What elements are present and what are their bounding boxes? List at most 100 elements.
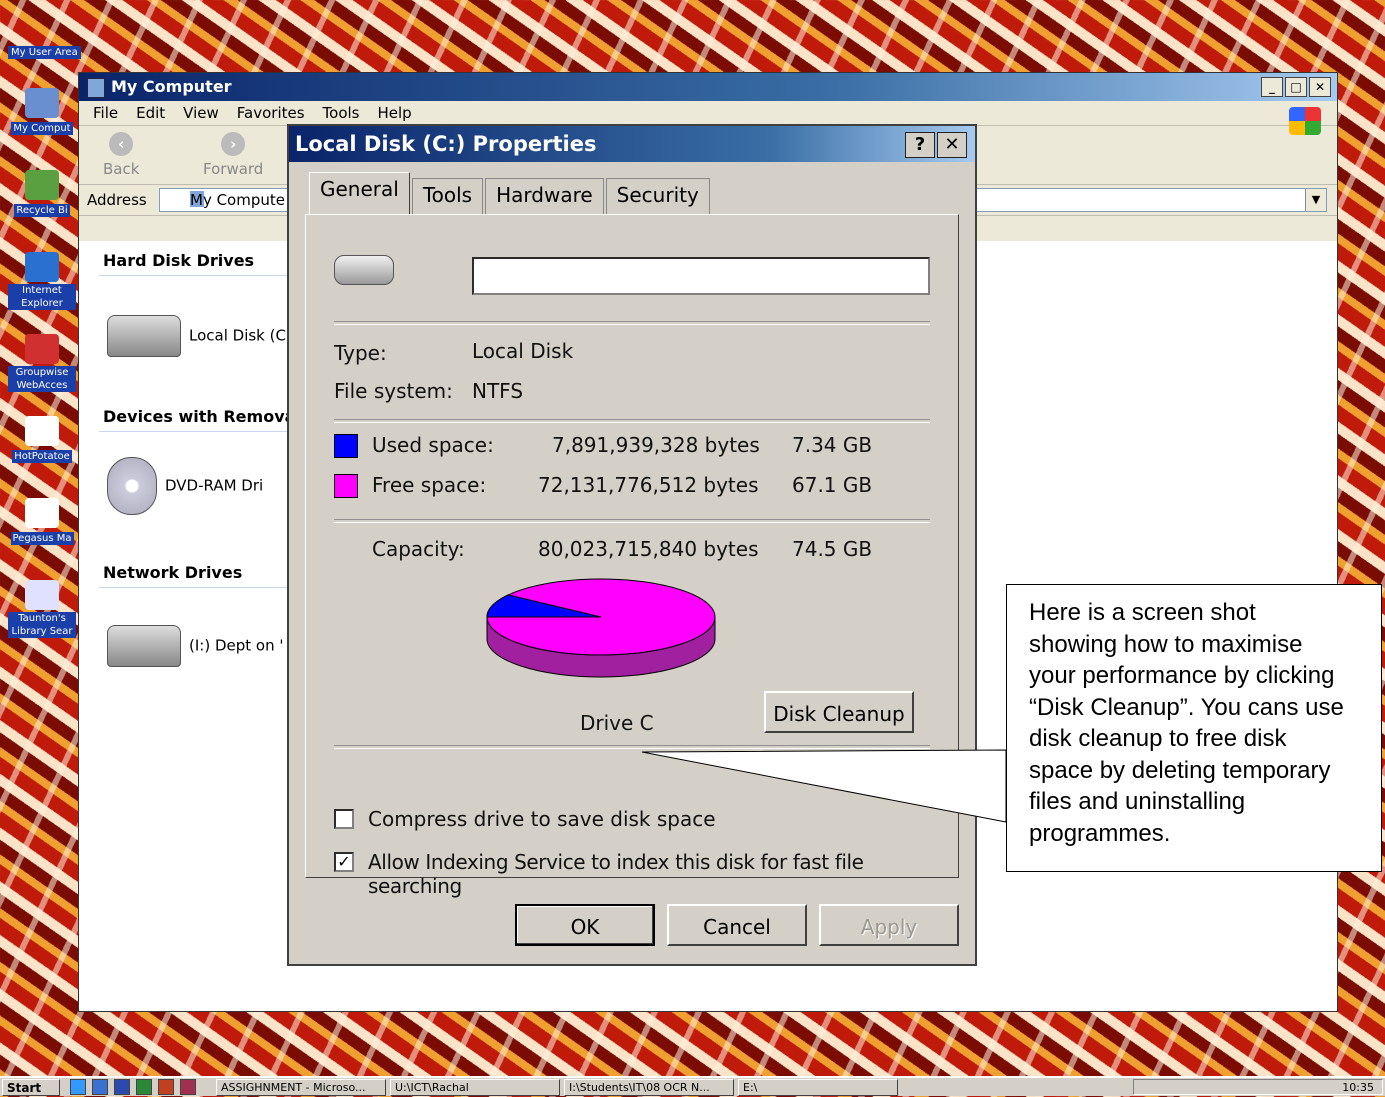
menu-view[interactable]: View: [183, 104, 219, 122]
address-dropdown-icon[interactable]: ▼: [1305, 189, 1326, 211]
back-button[interactable]: ‹ Back: [103, 132, 139, 178]
drive-network-i[interactable]: (I:) Dept on ': [107, 625, 283, 667]
drive-label: (I:) Dept on ': [189, 636, 284, 655]
window-title-bar[interactable]: My Computer _ □ ✕: [79, 73, 1337, 101]
minimize-button[interactable]: _: [1261, 77, 1283, 97]
powerpoint-icon[interactable]: [158, 1079, 174, 1095]
publisher-icon[interactable]: [180, 1079, 196, 1095]
menu-help[interactable]: Help: [378, 104, 412, 122]
tab-tools[interactable]: Tools: [411, 178, 484, 215]
tab-security[interactable]: Security: [605, 178, 710, 215]
separator: [334, 321, 930, 325]
menu-bar: File Edit View Favorites Tools Help: [79, 101, 1337, 126]
compress-label[interactable]: Compress drive to save disk space: [368, 807, 716, 831]
address-label: Address: [87, 191, 147, 209]
task-students-folder[interactable]: I:\Students\IT\08 OCR N...: [564, 1078, 734, 1096]
disk-cleanup-button[interactable]: Disk Cleanup: [764, 691, 914, 733]
hard-disk-icon: [334, 255, 394, 285]
file-system-value: NTFS: [472, 379, 524, 403]
used-space-swatch: [334, 434, 358, 458]
drive-label: DVD-RAM Dri: [165, 476, 264, 495]
dialog-title-bar[interactable]: Local Disk (C:) Properties ? ✕: [289, 126, 975, 162]
drive-local-disk-c[interactable]: Local Disk (C:: [107, 315, 291, 357]
desktop-icon-4[interactable]: Groupwise WebAcces: [8, 334, 76, 392]
free-space-gb: 67.1 GB: [792, 473, 873, 497]
tab-strip: General Tools Hardware Security: [309, 172, 710, 215]
menu-edit[interactable]: Edit: [136, 104, 165, 122]
forward-button[interactable]: › Forward: [203, 132, 263, 178]
desktop-icon-label: Internet Explorer: [8, 284, 76, 310]
address-value: My Compute: [190, 191, 285, 209]
back-label: Back: [103, 160, 140, 178]
desktop-shortcut-icon: [25, 170, 59, 200]
back-arrow-icon: ‹: [109, 132, 134, 156]
desktop-icon-1[interactable]: My Comput: [8, 88, 76, 135]
drive-dvd-ram[interactable]: DVD-RAM Dri: [107, 457, 263, 515]
task-assignment[interactable]: ASSIGHNMENT - Microso...: [216, 1078, 386, 1096]
start-button[interactable]: Start: [2, 1078, 60, 1096]
desktop-icon-2[interactable]: Recycle Bi: [8, 170, 76, 217]
desktop-shortcut-icon: [25, 88, 59, 118]
dvd-drive-icon: [107, 457, 157, 515]
close-button[interactable]: ✕: [1309, 77, 1331, 97]
type-value: Local Disk: [472, 339, 574, 363]
desktop-shortcut-icon: [25, 252, 59, 282]
tab-general[interactable]: General: [309, 172, 410, 215]
system-tray: 10:35: [1133, 1079, 1383, 1095]
desktop-icon-label: HotPotatoe: [12, 450, 72, 463]
general-tab-panel: Type: Local Disk File system: NTFS Used …: [305, 214, 959, 898]
desktop-icon-label: Taunton's Library Sear: [8, 612, 76, 638]
desktop-icon-label: Groupwise WebAcces: [8, 366, 76, 392]
group-heading-network: Network Drives: [103, 563, 243, 582]
type-label: Type:: [334, 341, 387, 365]
word-icon[interactable]: [114, 1079, 130, 1095]
excel-icon[interactable]: [136, 1079, 152, 1095]
desktop-icon-7[interactable]: Taunton's Library Sear: [8, 580, 76, 638]
task-ict-folder[interactable]: U:\ICT\Rachal: [390, 1078, 560, 1096]
desktop-icon-3[interactable]: Internet Explorer: [8, 252, 76, 310]
separator: [334, 745, 930, 749]
drive-label: Local Disk (C:: [189, 326, 292, 345]
properties-dialog[interactable]: Local Disk (C:) Properties ? ✕ General T…: [287, 124, 977, 966]
ok-button[interactable]: OK: [515, 904, 655, 946]
dialog-title: Local Disk (C:) Properties: [295, 132, 597, 156]
browser-icon[interactable]: [92, 1079, 108, 1095]
disk-usage-pie-chart: [486, 578, 716, 678]
desktop-shortcut-icon: [25, 498, 59, 528]
group-heading-removable: Devices with Remova: [103, 407, 296, 426]
drive-label: Drive C: [580, 711, 654, 735]
capacity-gb: 74.5 GB: [792, 537, 873, 561]
desktop-icon-5[interactable]: HotPotatoe: [8, 416, 76, 463]
desktop-user-area-label: My User Area: [8, 46, 81, 59]
task-e-drive[interactable]: E:\: [738, 1078, 898, 1096]
clock[interactable]: 10:35: [1342, 1081, 1374, 1094]
dialog-close-button[interactable]: ✕: [937, 132, 967, 158]
computer-icon: [87, 78, 105, 98]
desktop-icon[interactable]: [70, 1079, 86, 1095]
used-space-label: Used space:: [372, 433, 494, 457]
menu-favorites[interactable]: Favorites: [237, 104, 305, 122]
separator: [334, 419, 930, 423]
cancel-button[interactable]: Cancel: [667, 904, 807, 946]
desktop-icon-6[interactable]: Pegasus Ma: [8, 498, 76, 545]
hard-disk-icon: [107, 315, 181, 357]
indexing-checkbox[interactable]: ✓: [334, 852, 354, 872]
desktop-icon-label: Pegasus Ma: [10, 532, 74, 545]
free-space-label: Free space:: [372, 473, 487, 497]
apply-button[interactable]: Apply: [819, 904, 959, 946]
group-heading-hard-disks: Hard Disk Drives: [103, 251, 255, 270]
tab-hardware[interactable]: Hardware: [485, 178, 604, 215]
free-space-bytes: 72,131,776,512 bytes: [538, 473, 759, 497]
help-button[interactable]: ?: [905, 132, 935, 158]
compress-checkbox[interactable]: [334, 809, 354, 829]
menu-tools[interactable]: Tools: [323, 104, 360, 122]
maximize-button[interactable]: □: [1285, 77, 1307, 97]
indexing-label[interactable]: Allow Indexing Service to index this dis…: [368, 850, 958, 898]
network-drive-icon: [107, 625, 181, 667]
callout-annotation: Here is a screen shot showing how to max…: [1006, 584, 1382, 872]
capacity-label: Capacity:: [372, 537, 465, 561]
drive-name-input[interactable]: [472, 257, 930, 295]
taskbar: Start ASSIGHNMENT - Microso... U:\ICT\Ra…: [0, 1076, 1385, 1096]
menu-file[interactable]: File: [93, 104, 118, 122]
desktop-shortcut-icon: [25, 416, 59, 446]
